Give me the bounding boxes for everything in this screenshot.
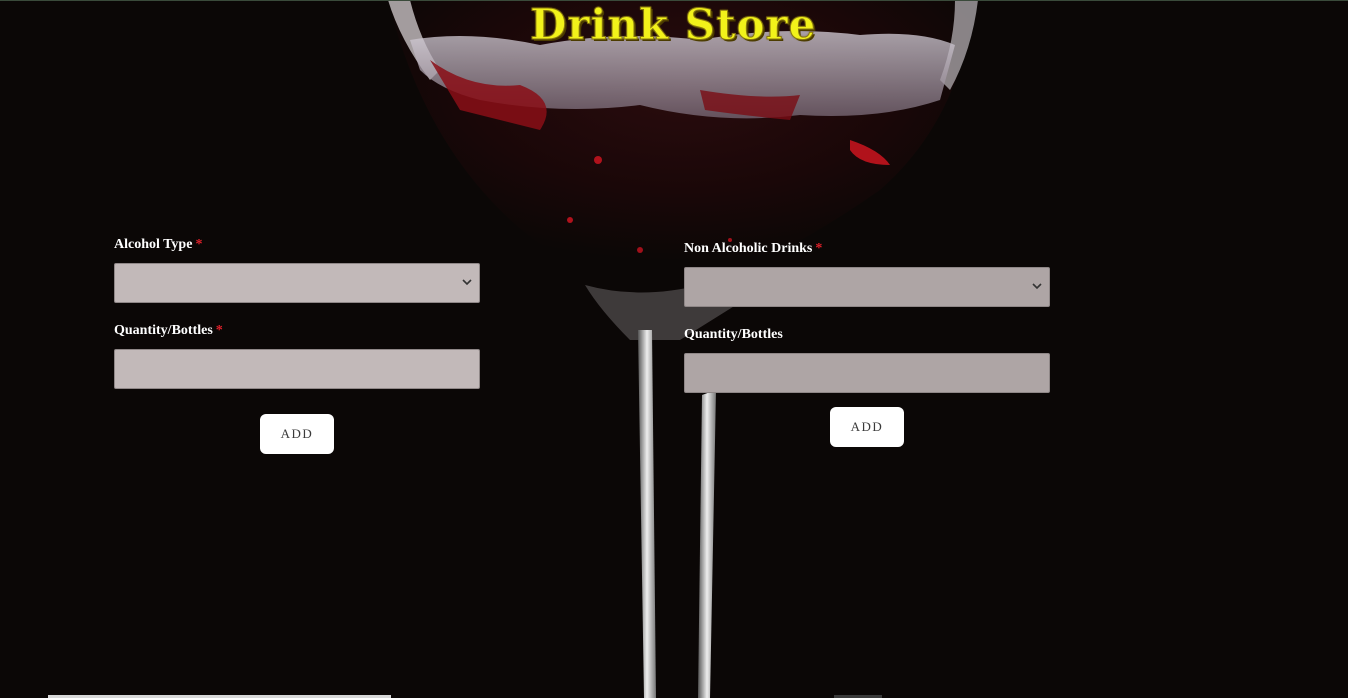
chevron-down-icon — [1032, 283, 1042, 290]
chevron-down-icon — [462, 279, 472, 286]
alcohol-add-button[interactable]: ADD — [260, 414, 334, 454]
non-alcohol-form: Non Alcoholic Drinks * Quantity/Bottles A… — [684, 240, 1050, 447]
alcohol-quantity-label-text: Quantity/Bottles — [114, 323, 213, 338]
alcohol-type-label-text: Alcohol Type — [114, 237, 193, 252]
alcohol-quantity-label: Quantity/Bottles * — [114, 322, 480, 340]
alcohol-quantity-input[interactable] — [114, 349, 480, 389]
required-mark: * — [815, 241, 823, 256]
non-alcohol-quantity-label: Quantity/Bottles — [684, 326, 1050, 344]
non-alcohol-type-label-text: Non Alcoholic Drinks — [684, 241, 813, 256]
non-alcohol-type-select[interactable] — [684, 267, 1050, 307]
non-alcohol-quantity-input[interactable] — [684, 353, 1050, 393]
alcohol-type-label: Alcohol Type * — [114, 236, 480, 254]
non-alcohol-type-select-wrap — [684, 267, 1050, 307]
page-title: Drink Store — [530, 0, 817, 50]
non-alcohol-quantity-label-text: Quantity/Bottles — [684, 327, 783, 342]
top-border — [0, 0, 1348, 1]
non-alcohol-type-label: Non Alcoholic Drinks * — [684, 240, 1050, 258]
alcohol-type-select[interactable] — [114, 263, 480, 303]
non-alcohol-add-button[interactable]: ADD — [830, 407, 904, 447]
alcohol-form: Alcohol Type * Quantity/Bottles * ADD — [114, 236, 480, 454]
required-mark: * — [215, 323, 223, 338]
required-mark: * — [195, 237, 203, 252]
alcohol-type-select-wrap — [114, 263, 480, 303]
